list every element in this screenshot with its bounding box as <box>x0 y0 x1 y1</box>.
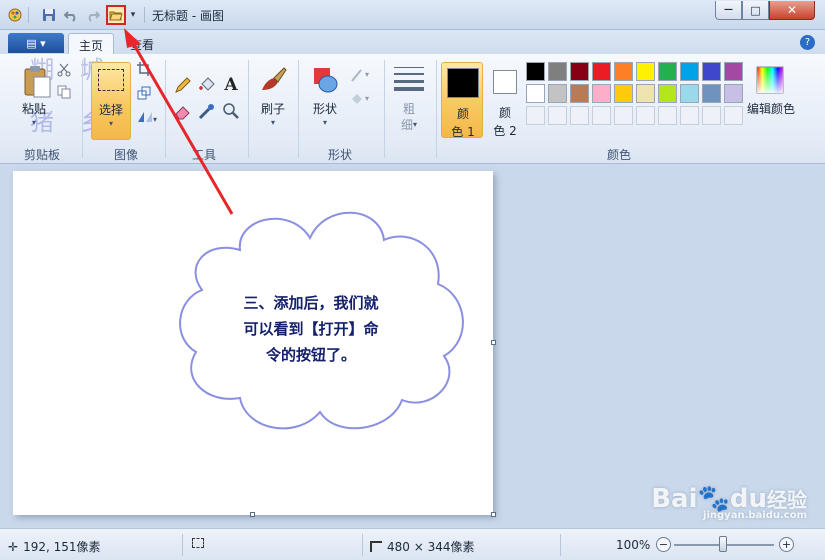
status-bar: ✛ 192, 151像素 480 × 344像素 100% − + <box>0 528 825 560</box>
canvas-size-text: 480 × 344像素 <box>387 540 475 554</box>
crosshair-icon: ✛ <box>8 539 19 554</box>
selection-icon <box>192 538 204 548</box>
status-divider <box>362 534 363 556</box>
baidu-brand-1: Bai <box>651 484 698 514</box>
status-divider <box>560 534 561 556</box>
zoom-slider-thumb[interactable] <box>719 536 727 552</box>
canvas-size-icon <box>370 541 382 552</box>
annotation-arrow-head <box>124 28 141 48</box>
callout-line-2: 可以看到【打开】命 <box>243 320 379 338</box>
callout-text: 三、添加后，我们就 可以看到【打开】命 令的按钮了。 <box>216 290 406 368</box>
status-divider <box>182 534 183 556</box>
annotation-overlay <box>124 28 464 430</box>
jingyan-text: 经验 <box>767 488 807 512</box>
cursor-position: ✛ 192, 151像素 <box>8 538 101 555</box>
callout-line-3: 令的按钮了。 <box>265 346 356 364</box>
zoom-out-button[interactable]: − <box>656 537 671 552</box>
canvas-size: 480 × 344像素 <box>370 538 475 555</box>
cursor-position-text: 192, 151像素 <box>23 540 101 554</box>
annotation-arrow-line <box>131 42 234 215</box>
baidu-jingyan-watermark: Bai🐾du经验 jingyan.baidu.com <box>651 484 807 521</box>
callout-line-1: 三、添加后，我们就 <box>243 294 379 312</box>
zoom-level: 100% <box>616 538 651 552</box>
zoom-in-button[interactable]: + <box>779 537 794 552</box>
selection-size <box>192 538 204 548</box>
